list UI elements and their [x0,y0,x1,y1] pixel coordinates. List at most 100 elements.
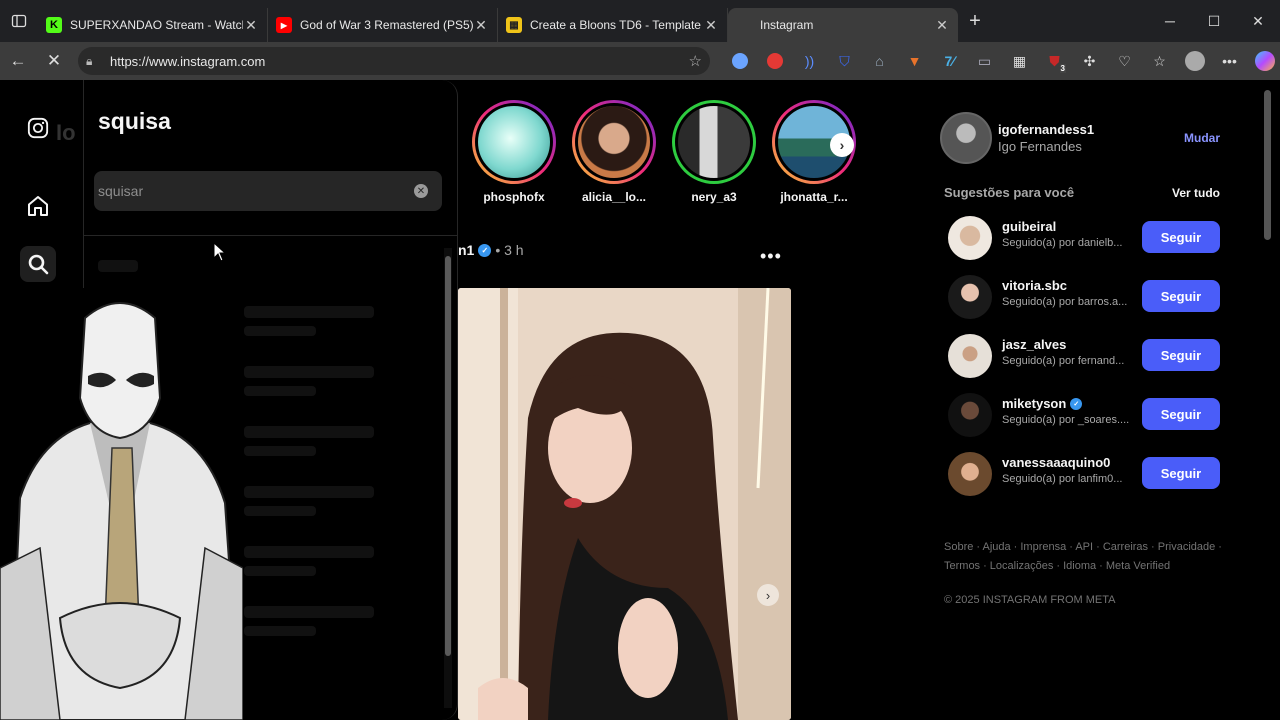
browser-tab-bar: K SUPERXANDAO Stream - Watch L ✕ ▶ God o… [0,0,1280,42]
footer-link[interactable]: Imprensa [1020,541,1066,553]
post-more-options-icon[interactable]: ••• [760,246,782,267]
puzzle-ext-icon[interactable]: ✣ [1072,42,1107,80]
footer-link[interactable]: Sobre [944,541,973,553]
ublock-count: 3 [1059,64,1066,73]
story-avatar [675,103,753,181]
scroll-thumb[interactable] [1264,90,1271,240]
suggestion-avatar[interactable] [948,452,992,496]
current-profile: igofernandess1 Igo Fernandes Mudar [940,110,1230,166]
footer-link[interactable]: Meta Verified [1106,560,1170,572]
skeleton-line [244,326,316,336]
skeleton-line [244,446,316,456]
close-tab-icon[interactable]: ✕ [934,17,950,34]
story-item[interactable]: alicia__lo... [572,100,656,204]
youtube-icon: ▶ [276,17,292,33]
suggestion-avatar[interactable] [948,275,992,319]
instagram-logo-icon[interactable] [24,114,52,142]
more-menu-icon[interactable]: ••• [1212,42,1247,80]
browser-tab-active[interactable]: Instagram ✕ [728,8,958,42]
address-bar[interactable]: 🔒︎ https://www.instagram.com ☆ [78,47,710,75]
page-scrollbar[interactable] [1262,80,1274,720]
record-ext-icon[interactable] [757,42,792,80]
suggestion-avatar[interactable] [948,216,992,260]
fox-ext-icon[interactable]: ▼ [897,42,932,80]
follow-button[interactable]: Seguir [1142,339,1220,371]
suggestion-item: miketyson ✓ Seguido(a) por _soares.... Se… [948,390,1230,440]
tab-title: God of War 3 Remastered (PS5) - [300,18,473,32]
close-window-icon[interactable]: ✕ [1236,0,1280,42]
skeleton-line [244,566,316,576]
stop-loading-icon[interactable]: ✕ [36,42,72,80]
skeleton-line [244,486,374,498]
browser-tab[interactable]: ▦ Create a Bloons TD6 - Template fo ✕ [498,8,728,42]
follow-button[interactable]: Seguir [1142,398,1220,430]
footer-link[interactable]: Idioma [1063,560,1096,572]
browser-tab[interactable]: K SUPERXANDAO Stream - Watch L ✕ [38,8,268,42]
suggestion-username[interactable]: vanessaaaquino0 [1002,455,1110,470]
story-item[interactable]: phosphofx [472,100,556,204]
tab-title: Create a Bloons TD6 - Template fo [530,18,703,32]
tab-actions-icon[interactable] [0,0,38,42]
profile-avatar-icon[interactable] [1177,42,1212,80]
new-tab-icon[interactable]: + [958,10,992,33]
search-placeholder: squisar [98,183,144,199]
close-tab-icon[interactable]: ✕ [703,17,719,34]
next-image-chevron-icon[interactable]: › [757,584,779,606]
close-tab-icon[interactable]: ✕ [473,17,489,34]
minimize-icon[interactable]: ─ [1148,0,1192,42]
footer-link[interactable]: Ajuda [982,541,1010,553]
story-item[interactable]: nery_a3 [672,100,756,204]
translate-ext-icon[interactable]: 7∕ [932,42,967,80]
maximize-icon[interactable]: ☐ [1192,0,1236,42]
search-divider [84,235,458,236]
suggestion-username[interactable]: guibeiral [1002,219,1056,234]
back-arrow-icon[interactable]: ← [0,42,36,80]
follow-button[interactable]: Seguir [1142,457,1220,489]
profile-avatar[interactable] [940,112,992,164]
suggestion-avatar[interactable] [948,393,992,437]
copilot-icon[interactable] [1247,42,1280,80]
ublock-ext-icon[interactable]: ⛊ 3 [1037,42,1072,80]
footer-link[interactable]: API [1075,541,1093,553]
footer-link[interactable]: Localizações [990,560,1054,572]
follow-button[interactable]: Seguir [1142,221,1220,253]
skeleton-line [244,366,374,378]
skeleton-line [98,260,138,272]
grid-ext-icon[interactable]: ▦ [1002,42,1037,80]
suggestion-avatar[interactable] [948,334,992,378]
search-results-scrollbar[interactable] [444,248,452,708]
audio-ext-icon[interactable]: )) [792,42,827,80]
footer-link[interactable]: Termos [944,560,980,572]
media-ext-icon[interactable]: ▭ [967,42,1002,80]
search-icon[interactable] [20,246,56,282]
browser-tab[interactable]: ▶ God of War 3 Remastered (PS5) - ✕ [268,8,498,42]
suggestion-username[interactable]: jasz_alves [1002,337,1066,352]
see-all-link[interactable]: Ver tudo [1172,186,1220,200]
star-icon[interactable]: ☆ [689,52,702,70]
suggestion-username[interactable]: vitoria.sbc [1002,278,1067,293]
search-input[interactable]: squisar ✕ [94,171,442,211]
follow-button[interactable]: Seguir [1142,280,1220,312]
suggestion-username[interactable]: miketyson ✓ [1002,396,1083,411]
tab-title: Instagram [760,18,814,32]
extensions-bar: )) ⛉ ⌂ ▼ 7∕ ▭ ▦ ⛊ 3 ✣ ♡ ☆ ••• [722,42,1280,80]
post-image[interactable] [458,288,791,720]
performance-icon[interactable]: ♡ [1107,42,1142,80]
shield-ext-icon[interactable]: ⛉ [827,42,862,80]
scroll-thumb[interactable] [445,256,451,656]
post-username[interactable]: n1 [458,242,474,258]
profile-username[interactable]: igofernandess1 [998,122,1094,137]
home-icon[interactable] [24,192,52,220]
search-ext-icon[interactable] [722,42,757,80]
close-tab-icon[interactable]: ✕ [243,17,259,34]
switch-account-link[interactable]: Mudar [1184,131,1220,145]
clear-search-icon[interactable]: ✕ [414,184,428,198]
stories-next-icon[interactable]: › [830,133,854,157]
footer-link[interactable]: Carreiras [1103,541,1148,553]
suggestion-item: vitoria.sbc Seguido(a) por barros.a... S… [948,272,1230,322]
footer-link[interactable]: Privacidade [1158,541,1215,553]
username-text: vitoria.sbc [1002,278,1068,293]
vpn-ext-icon[interactable]: ⌂ [862,42,897,80]
lock-icon[interactable]: 🔒︎ [86,54,102,69]
favorites-icon[interactable]: ☆ [1142,42,1177,80]
